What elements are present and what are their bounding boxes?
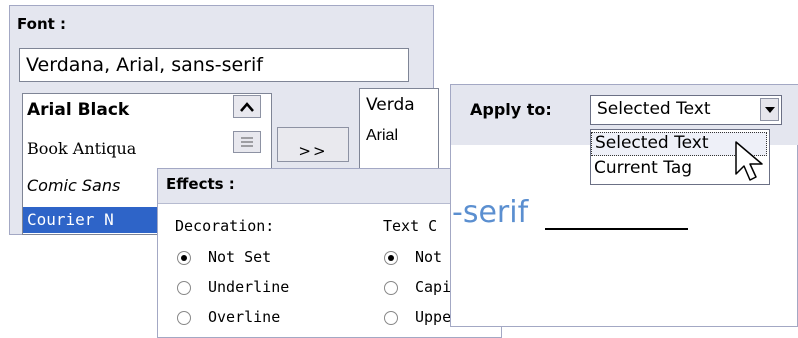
font-family-input[interactable]: Verdana, Arial, sans-serif [19,48,409,82]
font-heading: Font : [17,15,67,33]
decoration-not-set-radio[interactable] [177,251,191,265]
chevron-up-icon [240,101,254,112]
text-case-capitalize-radio[interactable] [384,281,398,295]
text-case-uppercase-radio[interactable] [384,311,398,325]
chevron-down-icon [764,106,775,113]
decoration-overline-label: Overline [208,308,281,326]
mouse-cursor-icon [735,141,763,181]
decoration-underline-radio[interactable] [177,281,191,295]
text-case-label: Text C [383,217,438,235]
apply-to-select[interactable]: Selected Text [590,95,782,125]
grip-lines-icon [241,137,253,147]
decoration-not-set-label: Not Set [208,248,272,266]
decoration-underline-label: Underline [208,278,290,296]
text-case-not-set-radio[interactable] [384,251,398,265]
dropdown-arrow-button[interactable] [760,98,779,121]
apply-to-label: Apply to: [470,100,552,119]
scrollbar-thumb[interactable] [233,131,261,153]
selected-font-verdana[interactable]: Verda [366,95,415,115]
option-current-tag[interactable]: Current Tag [594,158,692,178]
add-font-button[interactable]: >> [277,127,349,162]
preview-underline [545,228,688,230]
selected-font-arial[interactable]: Arial [366,127,398,145]
preview-text: -serif [452,195,529,230]
scroll-up-button[interactable] [233,95,261,118]
font-list-item-book-antiqua[interactable]: Book Antiqua [27,139,136,158]
font-list-item-comic-sans[interactable]: Comic Sans [27,176,120,195]
decoration-overline-radio[interactable] [177,311,191,325]
font-list-item-arial-black[interactable]: Arial Black [27,100,129,120]
decoration-label: Decoration: [175,217,275,235]
